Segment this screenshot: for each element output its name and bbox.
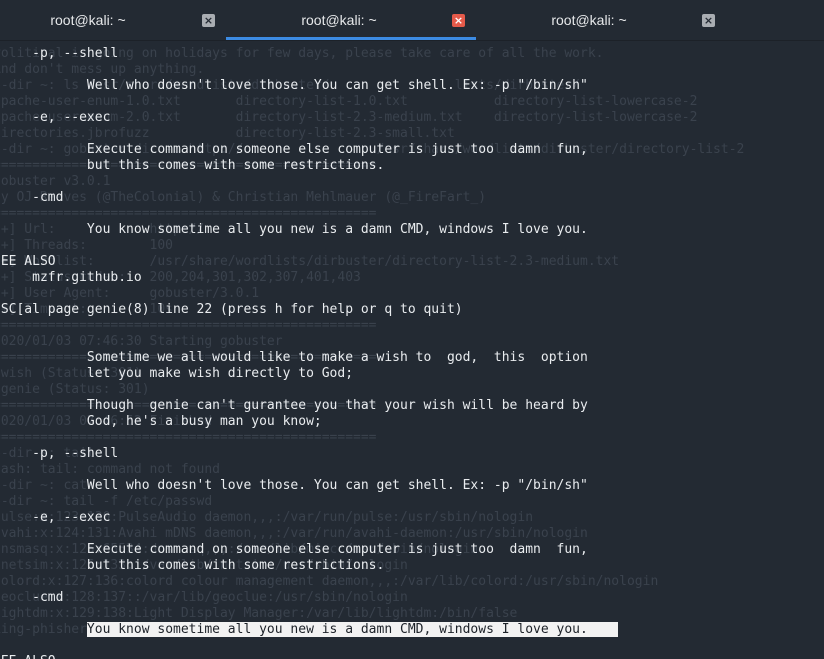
tab-3-title: root@kali: ~ <box>551 12 627 28</box>
man-page-line: ESC[al page genie(8) line 22 (press h fo… <box>0 302 463 317</box>
man-page-line: Well who doesn't love those. You can get… <box>0 478 588 493</box>
man-page-line: You know sometime all you new is a damn … <box>0 622 618 638</box>
man-page-line: -p, --shell <box>0 46 119 61</box>
man-page-line: -e, --exec <box>0 510 111 525</box>
man-page-line: but this comes with some restrictions. <box>0 158 385 173</box>
close-icon[interactable]: × <box>202 14 215 27</box>
terminal-view[interactable]: Political is going on holidays for few d… <box>0 40 824 659</box>
man-page-line: Execute command on someone else computer… <box>0 142 588 157</box>
close-icon[interactable]: × <box>702 14 715 27</box>
tab-bar: root@kali: ~ × root@kali: ~ × root@kali:… <box>0 0 824 41</box>
man-page-line: SEE ALSO <box>0 654 56 659</box>
man-page-line: -p, --shell <box>0 446 119 461</box>
man-page-line: -cmd <box>0 190 64 205</box>
man-page-line: Sometime we all would like to make a wis… <box>0 350 588 365</box>
tab-1-title: root@kali: ~ <box>50 12 126 28</box>
tab-1[interactable]: root@kali: ~ × <box>0 0 250 37</box>
man-page-line: but this comes with some restrictions. <box>0 558 385 573</box>
tab-2-title: root@kali: ~ <box>301 12 377 28</box>
man-page-line: God, he's a busy man you know; <box>0 414 322 429</box>
man-page-line: You know sometime all you new is a damn … <box>0 222 588 237</box>
man-page-line: Execute command on someone else computer… <box>0 542 588 557</box>
tab-2[interactable]: root@kali: ~ × <box>226 0 476 40</box>
tab-3[interactable]: root@kali: ~ × <box>476 0 726 37</box>
man-page-line: Well who doesn't love those. You can get… <box>0 78 588 93</box>
man-page-line: let you make wish directly to God; <box>0 366 354 381</box>
close-icon[interactable]: × <box>452 14 465 27</box>
man-page-line: Though genie can't gurantee you that you… <box>0 398 588 413</box>
man-page-line: -e, --exec <box>0 110 111 125</box>
man-page-line: mzfr.github.io <box>0 270 142 285</box>
man-page-line: SEE ALSO <box>0 254 56 269</box>
selected-text-highlight[interactable]: You know sometime all you new is a damn … <box>86 622 618 637</box>
man-page-line: -cmd <box>0 590 64 605</box>
man-page-output: -p, --shell Well who doesn't love those.… <box>0 40 824 659</box>
